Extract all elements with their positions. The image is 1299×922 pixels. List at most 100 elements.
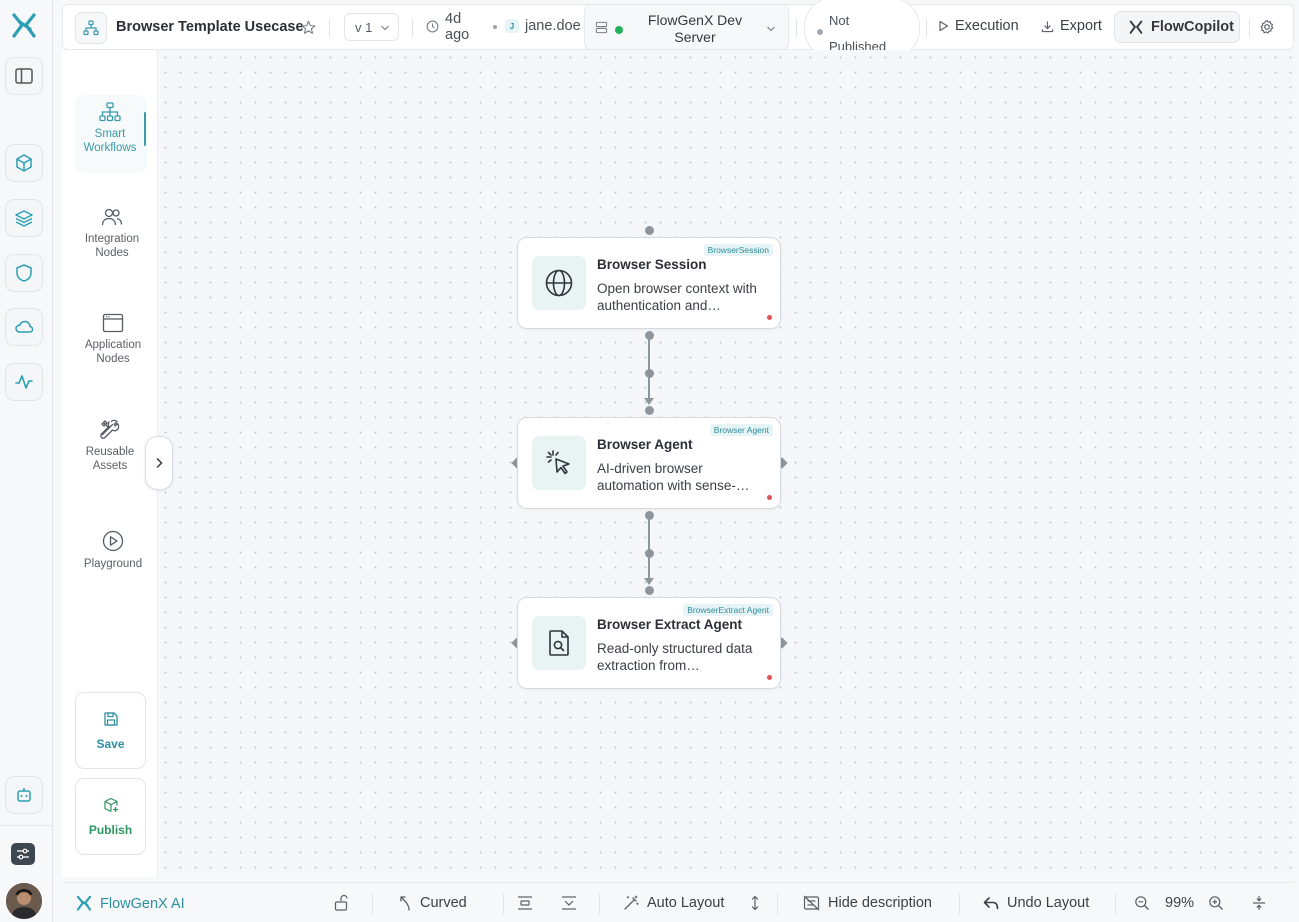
star-icon[interactable] bbox=[301, 20, 316, 35]
sidebar-item-label: Smart Workflows bbox=[83, 128, 137, 154]
activity-icon bbox=[15, 375, 33, 389]
flowcopilot-label: FlowCopilot bbox=[1151, 19, 1234, 35]
flowgenx-logo-icon bbox=[1129, 20, 1143, 34]
cloud-icon bbox=[15, 320, 34, 333]
publish-button[interactable]: Publish bbox=[75, 778, 146, 855]
zoom-out-button[interactable] bbox=[1134, 895, 1150, 911]
server-icon bbox=[595, 21, 608, 34]
meta-separator-dot bbox=[493, 25, 497, 29]
distribute-vertical-icon bbox=[562, 896, 576, 910]
edge-midpoint-handle[interactable] bbox=[644, 368, 654, 378]
user-avatar[interactable] bbox=[6, 883, 42, 919]
magic-wand-icon bbox=[624, 895, 639, 910]
layout-direction-button[interactable] bbox=[750, 895, 760, 911]
header-divider bbox=[796, 19, 797, 37]
header-divider bbox=[1249, 19, 1250, 37]
node-description: AI-driven browser automation with sense-… bbox=[597, 461, 750, 493]
node-icon-tile bbox=[532, 436, 586, 490]
workflow-node-browser-session[interactable]: Browser Session Open browser context wit… bbox=[517, 237, 781, 329]
node-type-tag: Browser Agent bbox=[709, 424, 773, 436]
fit-vertical-icon bbox=[1253, 896, 1265, 910]
edge-arrowhead bbox=[644, 578, 654, 585]
align-vertical-button[interactable] bbox=[517, 895, 533, 911]
sidebar-item-playground[interactable]: Playground bbox=[73, 530, 153, 572]
node-input-handle[interactable] bbox=[644, 405, 654, 415]
lock-canvas-button[interactable] bbox=[334, 895, 348, 911]
zoom-in-icon bbox=[1209, 896, 1223, 910]
zoom-in-button[interactable] bbox=[1208, 895, 1224, 911]
package-plus-icon bbox=[103, 797, 118, 813]
play-circle-icon bbox=[102, 530, 124, 552]
toolbar-divider bbox=[959, 893, 960, 915]
sidebar-item-smart-workflows[interactable]: Smart Workflows bbox=[70, 102, 150, 155]
undo-icon bbox=[983, 897, 999, 910]
sidebar-item-application-nodes[interactable]: Application Nodes bbox=[73, 313, 153, 366]
pointer-click-icon bbox=[546, 450, 570, 475]
flowgenx-logo-icon[interactable] bbox=[11, 12, 37, 40]
rail-divider bbox=[0, 825, 53, 826]
node-description: Read-only structured data extraction fro… bbox=[597, 641, 753, 673]
workflow-node-browser-extract-agent[interactable]: Browser Extract Agent Read-only structur… bbox=[517, 597, 781, 689]
execution-button[interactable]: Execution bbox=[938, 18, 1019, 34]
fit-view-button[interactable] bbox=[1252, 895, 1266, 911]
rail-cloud-button[interactable] bbox=[5, 308, 43, 346]
flowgenx-ai-button[interactable]: FlowGenX AI bbox=[76, 895, 185, 912]
edge-midpoint-handle[interactable] bbox=[644, 548, 654, 558]
curve-arrow-icon bbox=[400, 896, 410, 911]
sidebar-panel-icon bbox=[15, 68, 33, 84]
toolbar-divider bbox=[503, 893, 504, 915]
version-select[interactable]: v 1 bbox=[344, 13, 399, 41]
workflow-node-browser-agent[interactable]: Browser Agent AI-driven browser automati… bbox=[517, 417, 781, 509]
arrows-vertical-icon bbox=[751, 895, 759, 911]
toolbar-divider bbox=[599, 893, 600, 915]
users-icon bbox=[101, 208, 123, 226]
edge-style-button[interactable]: Curved bbox=[398, 895, 467, 911]
publish-label: Publish bbox=[88, 823, 133, 837]
sidebar-item-reusable-assets[interactable]: Reusable Assets bbox=[70, 418, 150, 473]
sidebar-item-integration-nodes[interactable]: Integration Nodes bbox=[72, 207, 152, 260]
node-input-handle[interactable] bbox=[644, 585, 654, 595]
chevron-right-icon bbox=[156, 457, 163, 469]
undo-layout-button[interactable]: Undo Layout bbox=[983, 895, 1089, 911]
sidebar-item-label: Application Nodes bbox=[84, 339, 142, 365]
export-label: Export bbox=[1060, 18, 1102, 34]
auto-layout-button[interactable]: Auto Layout bbox=[623, 895, 724, 911]
flowcopilot-button[interactable]: FlowCopilot bbox=[1114, 11, 1240, 43]
tools-icon bbox=[100, 419, 120, 439]
toggle-sidebar-button[interactable] bbox=[5, 57, 43, 95]
rail-bot-button[interactable] bbox=[5, 776, 43, 814]
save-label: Save bbox=[96, 737, 125, 751]
header-divider bbox=[412, 19, 413, 37]
publish-status-dot bbox=[817, 29, 823, 35]
node-title: Browser Extract Agent bbox=[597, 617, 743, 632]
gear-icon[interactable] bbox=[1259, 19, 1275, 35]
distribute-button[interactable] bbox=[561, 895, 577, 911]
top-header: Browser Template Usecase v 1 4d ago J ja… bbox=[62, 0, 1294, 59]
export-button[interactable]: Export bbox=[1041, 18, 1102, 34]
rail-shield-button[interactable] bbox=[5, 254, 43, 292]
node-status-dot bbox=[767, 315, 772, 320]
expand-panel-button[interactable] bbox=[145, 436, 173, 490]
node-icon-tile bbox=[532, 256, 586, 310]
rail-cube-button[interactable] bbox=[5, 144, 43, 182]
sidebar-item-label: Reusable Assets bbox=[85, 446, 135, 472]
server-status-dot bbox=[615, 26, 623, 34]
node-input-handle[interactable] bbox=[644, 225, 654, 235]
file-search-icon bbox=[549, 630, 569, 656]
chevron-down-icon bbox=[381, 25, 389, 31]
server-select[interactable]: FlowGenX Dev Server bbox=[584, 4, 789, 50]
server-name: FlowGenX Dev Server bbox=[647, 12, 743, 45]
workflow-title[interactable]: Browser Template Usecase bbox=[116, 19, 304, 35]
rail-layers-button[interactable] bbox=[5, 199, 43, 237]
rail-activity-button[interactable] bbox=[5, 363, 43, 401]
node-status-dot bbox=[767, 675, 772, 680]
flowgenx-ai-label: FlowGenX AI bbox=[100, 895, 185, 912]
hide-description-button[interactable]: Hide description bbox=[803, 895, 932, 911]
settings-sliders-button[interactable] bbox=[11, 843, 35, 865]
edge-arrowhead bbox=[644, 398, 654, 405]
zoom-value: 99% bbox=[1165, 895, 1195, 911]
avatar-icon bbox=[6, 883, 42, 919]
zoom-level: 99% bbox=[1165, 895, 1194, 911]
save-button[interactable]: Save bbox=[75, 692, 146, 769]
workflow-icon-button[interactable] bbox=[75, 12, 107, 44]
